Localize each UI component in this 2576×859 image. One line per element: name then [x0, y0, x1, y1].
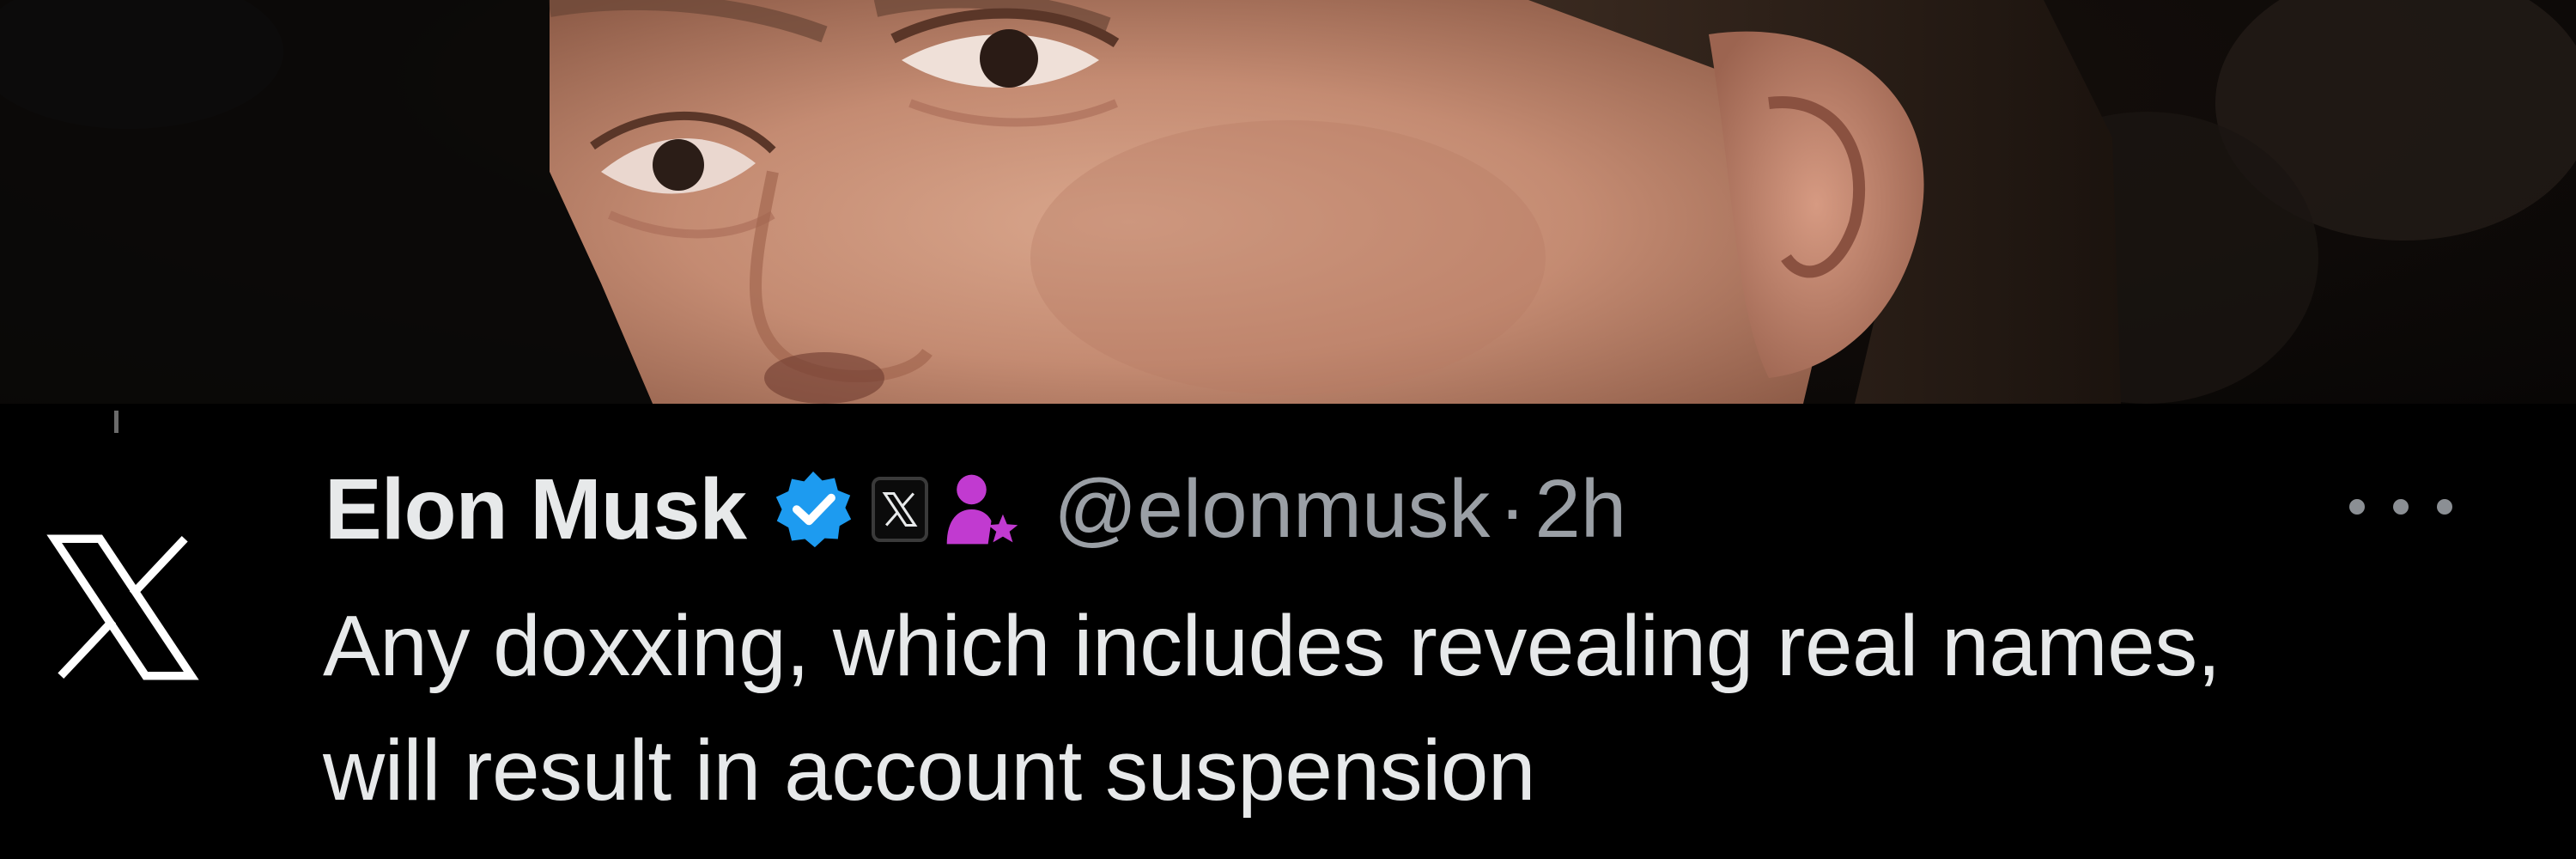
more-dot	[2437, 499, 2452, 515]
tweet-header: Elon Musk @elonmusk · 2h	[325, 454, 1626, 565]
tweet-text: Any doxxing, which includes revealing re…	[323, 598, 2221, 819]
display-name[interactable]: Elon Musk	[325, 466, 747, 552]
header-photo	[0, 0, 2576, 404]
tweet-screenshot: Elon Musk @elonmusk · 2h Any doxxing, wh…	[0, 0, 2576, 859]
x-affiliation-badge-icon[interactable]	[872, 477, 929, 542]
timestamp[interactable]: 2h	[1534, 468, 1626, 551]
scroll-indicator	[114, 411, 118, 433]
user-handle[interactable]: @elonmusk	[1054, 468, 1490, 551]
face-photo-image	[0, 0, 2576, 404]
person-star-icon	[940, 468, 1023, 551]
verified-badge-icon[interactable]	[772, 468, 854, 551]
more-options-icon[interactable]	[2349, 490, 2452, 524]
x-logo-icon	[41, 526, 204, 689]
separator-dot: ·	[1498, 463, 1527, 555]
more-dot	[2393, 499, 2409, 515]
more-dot	[2349, 499, 2365, 515]
